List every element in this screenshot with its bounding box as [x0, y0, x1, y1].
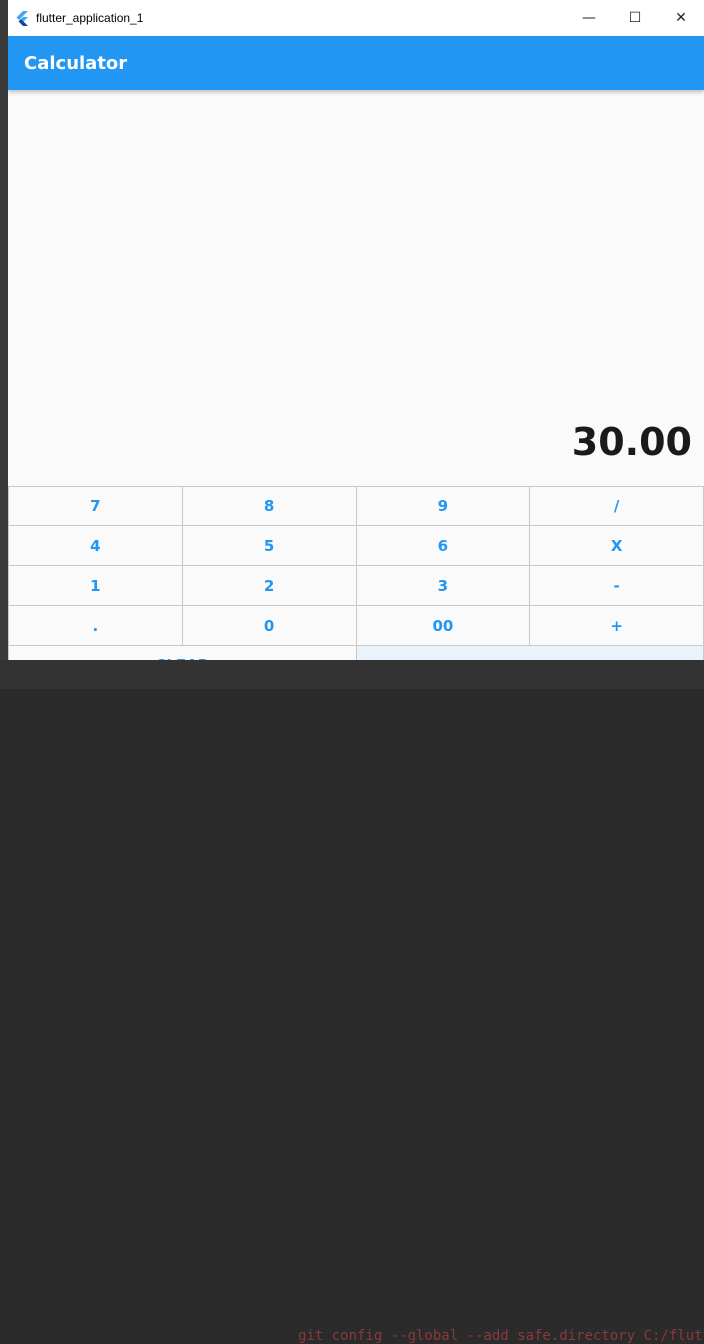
- key-1[interactable]: 1: [8, 565, 183, 606]
- keypad-row: 1 2 3 -: [8, 566, 704, 606]
- keypad-bottom-row: CLEAR =: [8, 646, 704, 660]
- window-titlebar[interactable]: flutter_application_1 — ☐ ✕: [8, 0, 704, 36]
- key-4[interactable]: 4: [8, 525, 183, 566]
- minimize-button[interactable]: —: [566, 0, 612, 36]
- key-add[interactable]: +: [529, 605, 704, 646]
- keypad-row: . 0 00 +: [8, 606, 704, 646]
- equals-button[interactable]: =: [356, 645, 704, 660]
- background-window-edge: [0, 0, 8, 689]
- key-00[interactable]: 00: [356, 605, 531, 646]
- maximize-button[interactable]: ☐: [612, 0, 658, 36]
- key-3[interactable]: 3: [356, 565, 531, 606]
- maximize-icon: ☐: [629, 10, 642, 26]
- key-divide[interactable]: /: [529, 486, 704, 526]
- keypad-row: 7 8 9 /: [8, 486, 704, 526]
- keypad: 7 8 9 / 4 5 6 X 1 2 3 - . 0 00 + CLEAR =: [8, 486, 704, 660]
- app-bar: Calculator: [8, 36, 704, 90]
- key-9[interactable]: 9: [356, 486, 531, 526]
- key-subtract[interactable]: -: [529, 565, 704, 606]
- key-6[interactable]: 6: [356, 525, 531, 566]
- key-7[interactable]: 7: [8, 486, 183, 526]
- key-0[interactable]: 0: [182, 605, 357, 646]
- key-decimal[interactable]: .: [8, 605, 183, 646]
- calculator-display: 30.00: [8, 90, 704, 486]
- display-value: 30.00: [572, 420, 692, 464]
- background-terminal-text: git config --global --add safe.directory…: [298, 1328, 704, 1344]
- window-controls: — ☐ ✕: [566, 0, 704, 36]
- key-8[interactable]: 8: [182, 486, 357, 526]
- flutter-logo-icon: [14, 10, 30, 26]
- background-terminal: git config --global --add safe.directory…: [0, 660, 704, 689]
- key-multiply[interactable]: X: [529, 525, 704, 566]
- clear-button[interactable]: CLEAR: [8, 645, 357, 660]
- app-window: flutter_application_1 — ☐ ✕ Calculator 3…: [8, 0, 704, 660]
- close-icon: ✕: [675, 10, 687, 26]
- window-title: flutter_application_1: [36, 11, 143, 25]
- app-bar-title: Calculator: [24, 53, 127, 74]
- key-5[interactable]: 5: [182, 525, 357, 566]
- minimize-icon: —: [582, 10, 596, 26]
- key-2[interactable]: 2: [182, 565, 357, 606]
- keypad-row: 4 5 6 X: [8, 526, 704, 566]
- close-button[interactable]: ✕: [658, 0, 704, 36]
